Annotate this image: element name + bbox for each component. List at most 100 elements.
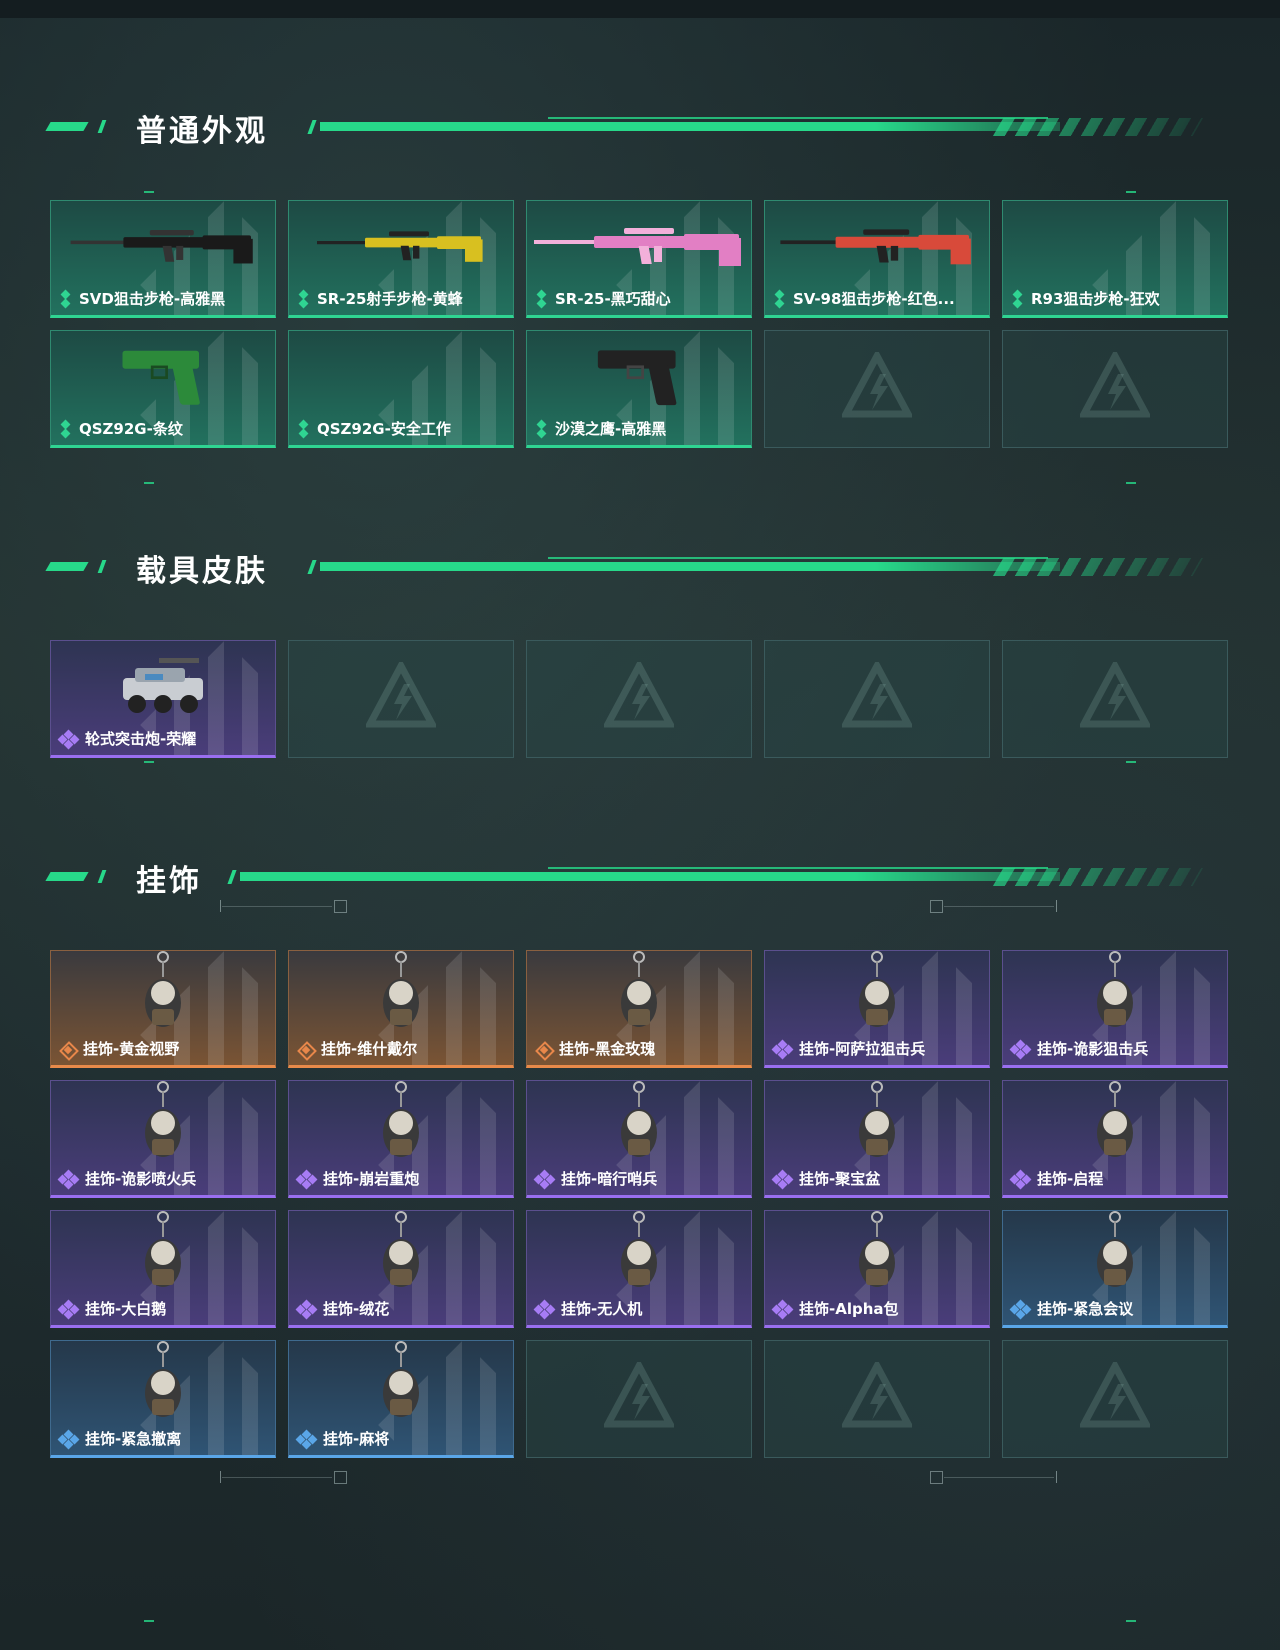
item-label-row: 挂饰-紧急撤离	[57, 1428, 182, 1449]
item-card[interactable]: 沙漠之鹰-高雅黑	[526, 330, 752, 448]
item-card[interactable]: 挂饰-麻将	[288, 1340, 514, 1458]
header-dash	[45, 562, 89, 571]
item-label: SV-98狙击步枪-红色...	[793, 290, 955, 308]
item-label: 沙漠之鹰-高雅黑	[555, 420, 667, 438]
item-card[interactable]: QSZ92G-条纹	[50, 330, 276, 448]
charm-bag-icon	[765, 1211, 989, 1299]
item-card[interactable]: 挂饰-聚宝盆	[764, 1080, 990, 1198]
item-label-row: 挂饰-崩岩重炮	[295, 1168, 419, 1189]
frame-tick	[1126, 1620, 1136, 1622]
item-card[interactable]: 挂饰-Alpha包	[764, 1210, 990, 1328]
charm-meeting-icon	[1003, 1211, 1227, 1299]
frame-line	[222, 906, 332, 907]
item-label: SR-25射手步枪-黄蜂	[317, 290, 463, 308]
frame-mark	[1056, 1471, 1057, 1483]
item-card[interactable]: 挂饰-维什戴尔	[288, 950, 514, 1068]
rarity-orange-icon	[297, 1040, 317, 1061]
item-label-row: 挂饰-黄金视野	[59, 1038, 180, 1061]
item-card[interactable]: 挂饰-大白鹅	[50, 1210, 276, 1328]
item-label-row: QSZ92G-安全工作	[297, 418, 451, 439]
item-label: 挂饰-启程	[1037, 1170, 1104, 1188]
item-card[interactable]: 挂饰-崩岩重炮	[288, 1080, 514, 1198]
item-card[interactable]: SVD狙击步枪-高雅黑	[50, 200, 276, 318]
item-card[interactable]: 挂饰-启程	[1002, 1080, 1228, 1198]
frame-tick	[144, 191, 154, 193]
section-title: 载具皮肤	[136, 554, 268, 589]
item-label: 挂饰-紧急撤离	[85, 1430, 182, 1448]
header-thin-line	[548, 117, 1048, 119]
rarity-blue-icon	[57, 1429, 80, 1449]
item-label-row: 轮式突击炮-荣耀	[57, 728, 197, 749]
charm-goose-icon	[51, 1211, 275, 1299]
rarity-purple-icon	[1009, 1039, 1032, 1059]
rarity-green-icon	[59, 289, 73, 308]
header-line	[320, 562, 1060, 571]
section-header-charms: 挂饰	[45, 858, 1204, 899]
placeholder-logo-icon	[364, 658, 438, 736]
item-label-row: R93狙击步枪-狂欢	[1011, 288, 1160, 309]
rarity-green-icon	[59, 419, 73, 438]
rarity-purple-icon	[771, 1299, 794, 1319]
item-card[interactable]: 挂饰-阿萨拉狙击兵	[764, 950, 990, 1068]
placeholder-logo-icon	[1078, 1358, 1152, 1436]
header-slash	[227, 870, 237, 884]
header-dash	[97, 120, 107, 133]
empty-slot	[1002, 640, 1228, 758]
item-label-row: 挂饰-无人机	[533, 1298, 643, 1319]
frame-box	[334, 900, 347, 913]
item-card[interactable]: 轮式突击炮-荣耀	[50, 640, 276, 758]
charm-teapot-icon	[527, 951, 751, 1039]
rarity-green-icon	[297, 289, 311, 308]
charm-sentry-icon	[527, 1081, 751, 1169]
item-card[interactable]: QSZ92G-安全工作	[288, 330, 514, 448]
item-card[interactable]: SR-25-黑巧甜心	[526, 200, 752, 318]
item-label: 挂饰-聚宝盆	[799, 1170, 881, 1188]
item-card[interactable]: SR-25射手步枪-黄蜂	[288, 200, 514, 318]
header-line	[320, 122, 1060, 131]
frame-mark	[220, 1471, 221, 1483]
vehicles-grid: 轮式突击炮-荣耀	[50, 640, 1228, 758]
item-label: 挂饰-诡影狙击兵	[1037, 1040, 1149, 1058]
charms-grid: 挂饰-黄金视野 挂饰-维什戴尔 挂饰-黑金玫瑰 挂饰-阿萨拉狙击兵 挂饰-诡影狙…	[50, 950, 1228, 1458]
item-card[interactable]: 挂饰-黄金视野	[50, 950, 276, 1068]
item-label: SVD狙击步枪-高雅黑	[79, 290, 226, 308]
item-label: 轮式突击炮-荣耀	[85, 730, 197, 748]
item-card[interactable]: 挂饰-诡影喷火兵	[50, 1080, 276, 1198]
item-label-row: QSZ92G-条纹	[59, 418, 183, 439]
placeholder-logo-icon	[840, 658, 914, 736]
rarity-green-icon	[773, 289, 787, 308]
frame-box	[930, 1471, 943, 1484]
rifle-black-icon	[51, 201, 275, 289]
frame-line	[222, 1477, 332, 1478]
item-label: 挂饰-绒花	[323, 1300, 390, 1318]
placeholder-logo-icon	[840, 348, 914, 426]
item-card[interactable]: 挂饰-无人机	[526, 1210, 752, 1328]
item-card[interactable]: R93狙击步枪-狂欢	[1002, 200, 1228, 318]
charm-drone-icon	[527, 1211, 751, 1299]
item-card[interactable]: 挂饰-紧急撤离	[50, 1340, 276, 1458]
placeholder-logo-icon	[602, 658, 676, 736]
item-card[interactable]: 挂饰-诡影狙击兵	[1002, 950, 1228, 1068]
item-card[interactable]: 挂饰-紧急会议	[1002, 1210, 1228, 1328]
item-card[interactable]: 挂饰-黑金玫瑰	[526, 950, 752, 1068]
rarity-purple-icon	[1009, 1169, 1032, 1189]
charm-evac-icon	[51, 1341, 275, 1429]
item-card[interactable]: 挂饰-绒花	[288, 1210, 514, 1328]
empty-slot	[1002, 330, 1228, 448]
header-checker	[992, 558, 1204, 576]
item-label: 挂饰-无人机	[561, 1300, 643, 1318]
frame-line	[944, 906, 1054, 907]
section-header-vehicles: 载具皮肤	[45, 548, 1204, 589]
item-label: 挂饰-黄金视野	[83, 1040, 180, 1058]
item-label-row: 挂饰-Alpha包	[771, 1298, 899, 1319]
header-thin-line	[548, 867, 1048, 869]
item-card[interactable]: SV-98狙击步枪-红色...	[764, 200, 990, 318]
item-label-row: 挂饰-黑金玫瑰	[535, 1038, 655, 1061]
placeholder-logo-icon	[1078, 348, 1152, 426]
top-bar	[0, 0, 1280, 18]
item-label: 挂饰-紧急会议	[1037, 1300, 1134, 1318]
item-card[interactable]: 挂饰-暗行哨兵	[526, 1080, 752, 1198]
empty-slot	[526, 1340, 752, 1458]
item-label: QSZ92G-条纹	[79, 420, 183, 438]
rarity-green-icon	[1011, 289, 1025, 308]
